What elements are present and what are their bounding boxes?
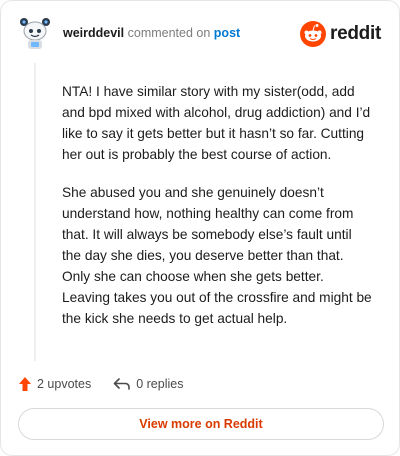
- post-link[interactable]: post: [214, 26, 240, 40]
- comment-paragraph: NTA! I have similar story with my sister…: [62, 84, 371, 162]
- replies-button[interactable]: 0 replies: [113, 377, 183, 391]
- comment-header: weirddevil commented on post reddit: [19, 17, 383, 51]
- username-link[interactable]: weirddevil: [63, 26, 124, 40]
- comment-byline: weirddevil commented on post: [63, 26, 240, 40]
- avatar-snoo-icon: [20, 18, 50, 49]
- upvote-arrow-icon: [19, 377, 31, 391]
- comment-actions: 2 upvotes 0 replies: [18, 374, 183, 394]
- upvote-button[interactable]: 2 upvotes: [18, 376, 91, 392]
- reddit-wordmark: reddit: [330, 23, 381, 44]
- upvote-count: 2 upvotes: [37, 377, 92, 391]
- comment-body: NTA! I have similar story with my sister…: [62, 81, 372, 346]
- byline-verb: commented on: [127, 26, 211, 40]
- reply-count: 0 replies: [136, 377, 184, 391]
- reply-arrow-icon: [113, 378, 131, 390]
- reddit-logo[interactable]: reddit: [300, 19, 381, 49]
- thread-line: [34, 63, 36, 361]
- comment-paragraph: She abused you and she genuinely doesn’t…: [62, 185, 372, 326]
- reddit-snoo-icon: [300, 21, 327, 47]
- view-more-on-reddit-button[interactable]: View more on Reddit: [18, 408, 384, 440]
- user-avatar[interactable]: [19, 17, 51, 51]
- comment-embed-card: weirddevil commented on post reddit NTA!…: [0, 0, 400, 456]
